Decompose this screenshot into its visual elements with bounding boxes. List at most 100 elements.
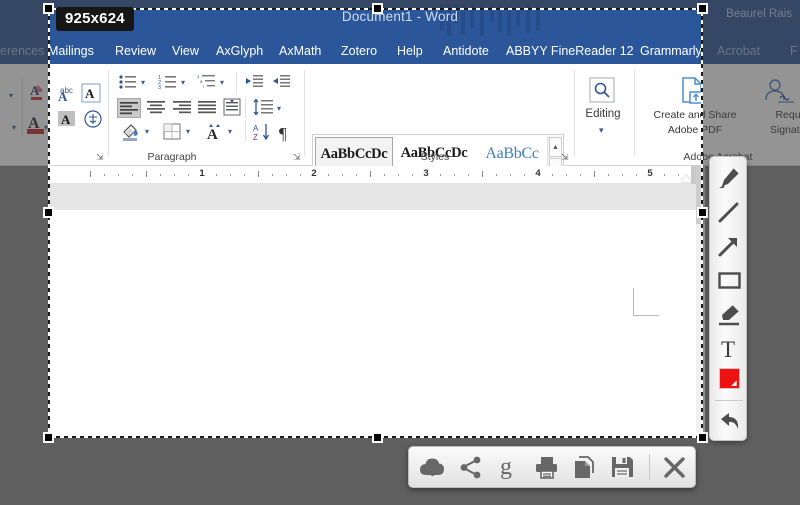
- ruler-tick: [524, 174, 525, 176]
- ruler-tick: [160, 174, 161, 176]
- resize-handle-bottom-left[interactable]: [43, 432, 54, 443]
- borders-icon[interactable]: [161, 122, 183, 142]
- ruler-tick: [622, 174, 623, 176]
- justify-icon[interactable]: [197, 99, 217, 115]
- rectangle-tool-button[interactable]: [710, 263, 748, 297]
- asian-layout-icon[interactable]: A: [203, 122, 225, 142]
- tab-grammarly[interactable]: Grammarly: [640, 42, 702, 61]
- distributed-icon[interactable]: [222, 98, 242, 116]
- ruler-tick: [482, 171, 483, 177]
- tab-axmath[interactable]: AxMath: [279, 42, 321, 61]
- printer-icon: [534, 456, 559, 479]
- dim-left: [0, 0, 48, 505]
- tab-review[interactable]: Review: [115, 42, 156, 61]
- ruler-tick: [104, 174, 105, 176]
- group-label-styles: Styles: [395, 151, 475, 163]
- align-left-icon[interactable]: [117, 98, 141, 118]
- ruler-tick: [118, 174, 119, 176]
- resize-handle-top-left[interactable]: [43, 3, 54, 14]
- chevron-down-icon[interactable]: ▾: [145, 128, 149, 136]
- print-button[interactable]: [527, 447, 565, 487]
- chevron-down-icon[interactable]: ▾: [220, 79, 224, 87]
- ruler-tick: [132, 174, 133, 176]
- screen-capture-overlay: Document1 - Word Beaurel Rais erences Ma…: [0, 0, 800, 505]
- ruler-tick: [384, 174, 385, 176]
- chevron-down-icon[interactable]: ▾: [186, 128, 190, 136]
- tab-zotero[interactable]: Zotero: [341, 42, 377, 61]
- text-effects-icon[interactable]: A: [80, 82, 102, 104]
- annotation-toolbar[interactable]: T ◢: [709, 156, 747, 441]
- resize-handle-middle-right[interactable]: [697, 207, 708, 218]
- svg-text:A: A: [58, 89, 68, 104]
- highlighter-tool-button[interactable]: [710, 297, 748, 331]
- floppy-save-icon: [611, 456, 634, 478]
- ruler-tick: [286, 174, 287, 176]
- chevron-down-icon[interactable]: ▾: [228, 128, 232, 136]
- change-case-icon[interactable]: abc A: [56, 82, 78, 104]
- resize-handle-top-center[interactable]: [372, 3, 383, 14]
- ruler-tick: [272, 174, 273, 176]
- chevron-down-icon[interactable]: ▾: [277, 105, 281, 113]
- tab-mailings[interactable]: Mailings: [48, 42, 94, 61]
- share-button[interactable]: [451, 447, 489, 487]
- line-spacing-icon[interactable]: [252, 98, 274, 116]
- group-label-paragraph: Paragraph: [132, 151, 212, 163]
- share-nodes-icon: [460, 456, 482, 479]
- clear-formatting-icon[interactable]: [82, 108, 104, 130]
- chevron-down-icon[interactable]: ▾: [181, 79, 185, 87]
- increase-indent-icon[interactable]: [271, 73, 291, 91]
- ribbon: a ▾ A ▾ A ▾ abc: [0, 64, 800, 166]
- multilevel-list-icon[interactable]: 1 a i: [197, 73, 217, 91]
- resize-handle-bottom-right[interactable]: [697, 432, 708, 443]
- google-search-button[interactable]: g: [489, 447, 527, 487]
- undo-button[interactable]: [710, 403, 748, 437]
- tab-axglyph[interactable]: AxGlyph: [216, 42, 263, 61]
- styles-dialog-launcher[interactable]: ⇲: [561, 153, 570, 162]
- ruler-tick: [188, 174, 189, 176]
- font-dialog-launcher[interactable]: ⇲: [96, 153, 105, 162]
- horizontal-ruler[interactable]: 12345: [50, 166, 705, 184]
- pen-icon: [717, 166, 742, 191]
- magnifier-icon[interactable]: [588, 76, 616, 104]
- chevron-down-icon[interactable]: ▾: [141, 79, 145, 87]
- capture-action-toolbar[interactable]: g: [408, 446, 696, 488]
- upload-to-cloud-button[interactable]: [413, 447, 451, 487]
- right-indent-marker[interactable]: [681, 174, 691, 182]
- toolbar-divider: [649, 454, 650, 480]
- ruler-tick: [258, 171, 259, 177]
- resize-handle-middle-left[interactable]: [43, 207, 54, 218]
- show-formatting-marks-icon[interactable]: ¶: [277, 122, 295, 142]
- tab-antidote[interactable]: Antidote: [443, 42, 489, 61]
- ruler-tick: [216, 174, 217, 176]
- shading-icon[interactable]: [120, 122, 142, 142]
- text-highlight-color-icon[interactable]: A: [56, 108, 78, 130]
- paragraph-dialog-launcher[interactable]: ⇲: [293, 153, 302, 162]
- sort-icon[interactable]: A Z: [251, 122, 273, 142]
- numbering-icon[interactable]: 1 2 3: [158, 73, 178, 91]
- close-button[interactable]: [655, 447, 693, 487]
- pen-tool-button[interactable]: [710, 161, 748, 195]
- color-swatch-icon[interactable]: ◢: [719, 368, 740, 389]
- style-preview: AaBbCcDc: [316, 146, 392, 163]
- ruler-tick: [370, 171, 371, 177]
- svg-text:¶: ¶: [279, 124, 287, 142]
- align-right-icon[interactable]: [172, 99, 192, 115]
- ruler-number: 3: [421, 168, 431, 179]
- decrease-indent-icon[interactable]: [244, 73, 264, 91]
- document-page[interactable]: [50, 210, 696, 438]
- copy-to-clipboard-button[interactable]: [565, 447, 603, 487]
- chevron-down-icon[interactable]: ▾: [599, 126, 604, 135]
- line-tool-button[interactable]: [710, 195, 748, 229]
- bullets-icon[interactable]: [118, 73, 138, 91]
- resize-handle-top-right[interactable]: [697, 3, 708, 14]
- tab-help[interactable]: Help: [397, 42, 423, 61]
- text-tool-button[interactable]: T: [710, 331, 748, 365]
- tab-view[interactable]: View: [172, 42, 199, 61]
- ruler-tick: [90, 171, 91, 177]
- resize-handle-bottom-center[interactable]: [372, 432, 383, 443]
- arrow-tool-button[interactable]: [710, 229, 748, 263]
- tab-abbyy-finereader[interactable]: ABBYY FineReader 12: [506, 42, 634, 61]
- ruler-tick: [594, 171, 595, 177]
- save-button[interactable]: [603, 447, 641, 487]
- align-center-icon[interactable]: [146, 99, 166, 115]
